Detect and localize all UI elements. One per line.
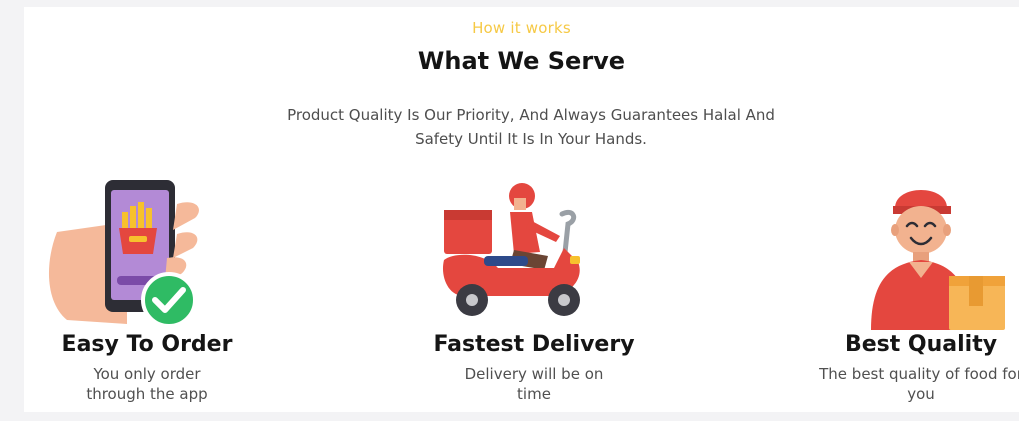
how-it-works-section: How it works What We Serve Product Quali… <box>24 7 1019 412</box>
section-eyebrow: How it works <box>472 19 571 37</box>
feature-title: Easy To Order <box>61 332 233 357</box>
feature-best-quality: Best Quality The best quality of food fo… <box>801 172 1019 412</box>
feature-description: You only order through the app <box>86 365 208 403</box>
section-title: What We Serve <box>417 47 626 75</box>
feature-title: Best Quality <box>844 332 998 357</box>
phone-order-icon <box>48 180 199 328</box>
feature-description: The best quality of food for you <box>819 365 1019 403</box>
feature-fastest-delivery: Fastest Delivery Delivery will be on tim… <box>414 172 654 412</box>
feature-description: Delivery will be on time <box>464 365 604 403</box>
courier-box-icon <box>871 190 1005 330</box>
delivery-scooter-icon <box>442 183 580 316</box>
feature-easy-to-order: Easy To Order You only order through the… <box>27 172 267 412</box>
section-subtitle: Product Quality Is Our Priority, And Alw… <box>287 106 775 148</box>
feature-title: Fastest Delivery <box>433 332 635 357</box>
